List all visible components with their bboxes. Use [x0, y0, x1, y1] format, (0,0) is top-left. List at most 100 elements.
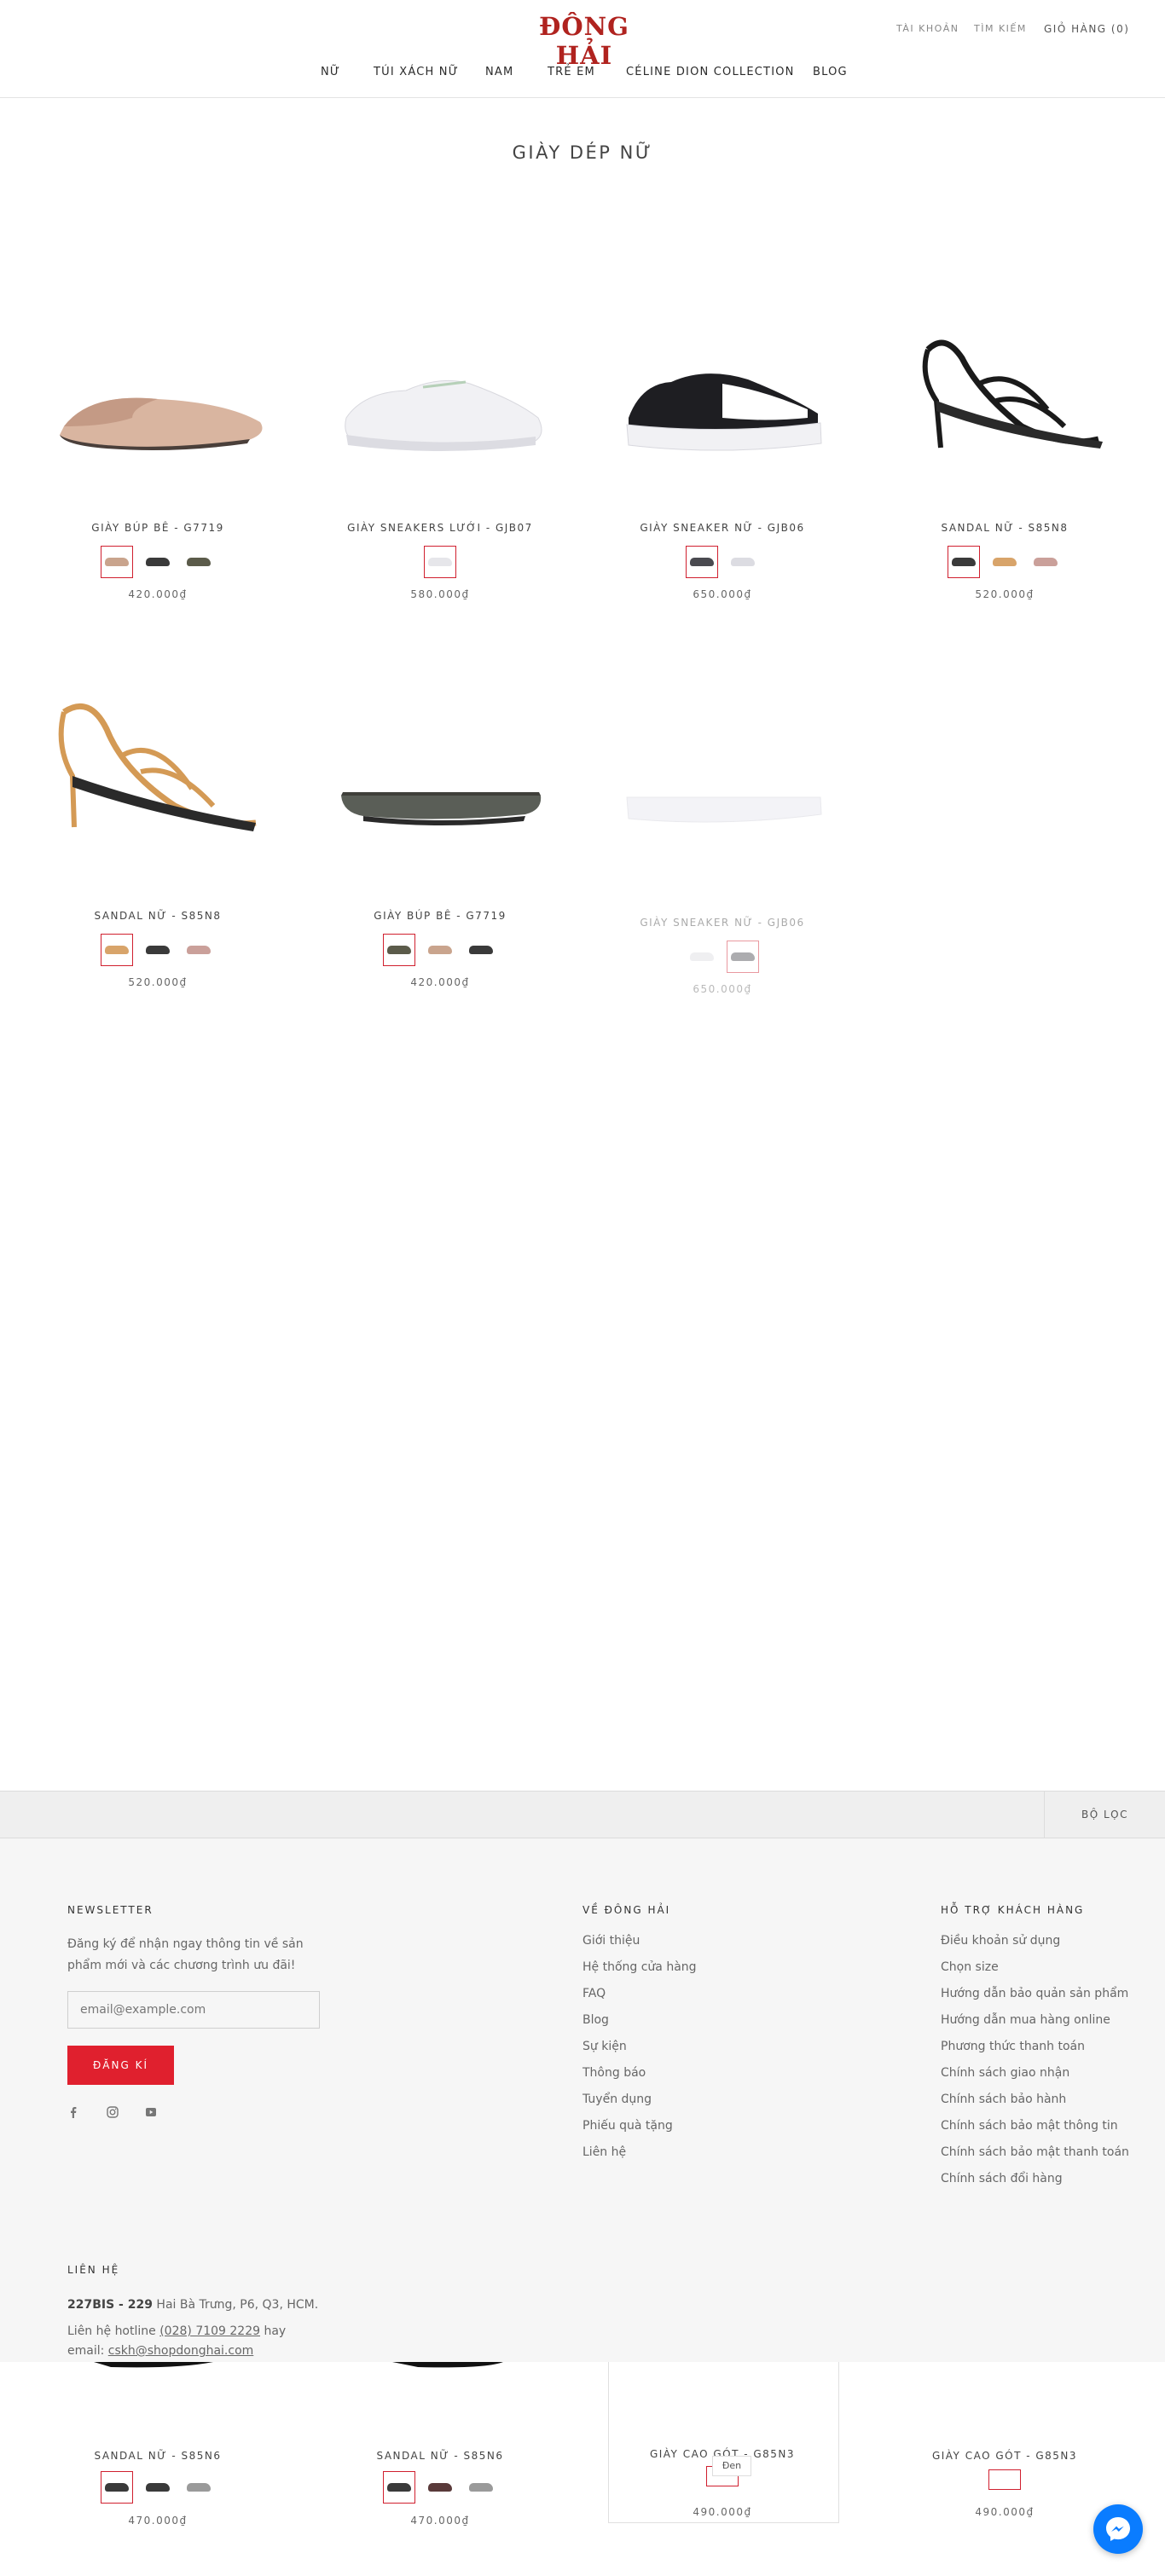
product-card[interactable]: SANDAL NỮ - S85N6 470.000₫	[312, 2439, 568, 2550]
email-field[interactable]	[67, 1991, 320, 2029]
footer-link-shipping-policy[interactable]: Chính sách giao nhận	[941, 2066, 1069, 2080]
color-swatch[interactable]	[101, 546, 133, 578]
nav-item-men[interactable]: NAM	[485, 66, 513, 78]
sandal-icon	[392, 2362, 503, 2368]
color-swatch[interactable]	[183, 934, 215, 966]
contact-email: email: cskh@shopdonghai.com	[67, 2344, 253, 2358]
color-swatch[interactable]	[142, 934, 174, 966]
product-name[interactable]: GIÀY SNEAKER NỮ - GJB06	[594, 917, 850, 929]
footer-link-careers[interactable]: Tuyển dụng	[582, 2093, 652, 2106]
color-tooltip: Đen	[712, 2456, 751, 2476]
color-swatch[interactable]	[1029, 546, 1062, 578]
sneaker-icon[interactable]	[594, 686, 850, 934]
color-swatch[interactable]	[424, 934, 456, 966]
color-swatches	[877, 546, 1133, 578]
color-swatch[interactable]	[465, 2471, 497, 2504]
color-swatch[interactable]	[988, 546, 1021, 578]
sneaker-icon[interactable]	[594, 298, 850, 546]
footer-link-about[interactable]: Giới thiệu	[582, 1934, 640, 1948]
nav-item-celine-dion-collection[interactable]: CÉLINE DION COLLECTION	[626, 66, 795, 78]
color-swatch[interactable]	[101, 934, 133, 966]
footer-link-events[interactable]: Sự kiện	[582, 2040, 627, 2053]
product-name[interactable]: SANDAL NỮ - S85N6	[30, 2450, 286, 2462]
color-swatch[interactable]	[424, 2471, 456, 2504]
color-swatch[interactable]	[424, 546, 456, 578]
product-price: 520.000₫	[128, 976, 188, 988]
product-name[interactable]: GIÀY BÚP BÊ - G7719	[312, 910, 568, 922]
footer-link-return-policy[interactable]: Chính sách đổi hàng	[941, 2172, 1063, 2185]
color-swatch[interactable]	[948, 546, 980, 578]
sneaker-icon[interactable]	[312, 298, 568, 546]
footer-link-faq[interactable]: FAQ	[582, 1987, 606, 2000]
product-card[interactable]: SANDAL NỮ - S85N6 470.000₫	[30, 2439, 286, 2550]
product-card[interactable]: GIÀY BÚP BÊ - G7719 420.000₫	[312, 644, 568, 1002]
product-name[interactable]: SANDAL NỮ - S85N8	[877, 522, 1133, 534]
footer-link-terms[interactable]: Điều khoản sử dụng	[941, 1934, 1060, 1948]
color-swatch[interactable]	[465, 934, 497, 966]
product-card[interactable]: GIÀY SNEAKER NỮ - GJB06 650.000₫	[594, 644, 850, 1010]
product-card[interactable]: GIÀY BÚP BÊ - G7719 420.000₫	[30, 256, 286, 614]
cart-link[interactable]: GIỎ HÀNG (0)	[1044, 23, 1129, 35]
color-swatch[interactable]	[686, 941, 718, 973]
nav-item-women-bags[interactable]: TÚI XÁCH NỮ	[374, 66, 459, 78]
product-name[interactable]: GIÀY SNEAKER NỮ - GJB06	[594, 522, 850, 534]
hotline-link[interactable]: (028) 7109 2229	[159, 2324, 260, 2338]
footer-link-payment-security[interactable]: Chính sách bảo mật thanh toán	[941, 2145, 1129, 2159]
footer-link-blog[interactable]: Blog	[582, 2013, 609, 2027]
product-card[interactable]: SANDAL NỮ - S85N8 520.000₫	[30, 644, 286, 1002]
messenger-chat-button[interactable]	[1093, 2504, 1143, 2554]
nav-item-women[interactable]: NỮ	[321, 66, 340, 78]
product-name[interactable]: SANDAL NỮ - S85N8	[30, 910, 286, 922]
sandal-icon	[94, 2362, 213, 2368]
footer-link-payment-methods[interactable]: Phương thức thanh toán	[941, 2040, 1085, 2053]
nav-item-blog[interactable]: BLOG	[813, 66, 848, 78]
color-swatch[interactable]	[727, 546, 759, 578]
product-name[interactable]: GIÀY BÚP BÊ - G7719	[30, 522, 286, 534]
color-swatch[interactable]	[383, 934, 415, 966]
product-name[interactable]: GIÀY CAO GÓT - G85N3	[877, 2450, 1133, 2462]
footer-link-warranty-policy[interactable]: Chính sách bảo hành	[941, 2093, 1066, 2106]
newsletter-text: Đăng ký để nhận ngay thông tin về sản ph…	[67, 1937, 304, 1972]
color-swatch[interactable]	[142, 2471, 174, 2504]
product-name[interactable]: SANDAL NỮ - S85N6	[312, 2450, 568, 2462]
footer-link-contact[interactable]: Liên hệ	[582, 2145, 626, 2159]
account-link[interactable]: TÀI KHOẢN	[896, 23, 959, 34]
brand-logo[interactable]: ĐÔNG HẢI	[520, 12, 648, 70]
footer-link-care-guide[interactable]: Hướng dẫn bảo quản sản phẩm	[941, 1987, 1128, 2000]
subscribe-button[interactable]: ĐĂNG KÍ	[67, 2046, 174, 2085]
sandal-icon[interactable]	[30, 686, 286, 934]
footer-link-privacy-policy[interactable]: Chính sách bảo mật thông tin	[941, 2119, 1118, 2133]
instagram-icon[interactable]	[105, 2106, 120, 2122]
color-swatches	[30, 2471, 286, 2504]
footer-link-size-guide[interactable]: Chọn size	[941, 1960, 999, 1974]
footer-link-gift-card[interactable]: Phiếu quà tặng	[582, 2119, 673, 2133]
color-swatch[interactable]	[183, 2471, 215, 2504]
color-swatch[interactable]	[383, 2471, 415, 2504]
color-swatch[interactable]	[142, 546, 174, 578]
flat-shoe-icon[interactable]	[30, 298, 286, 546]
footer-link-notices[interactable]: Thông báo	[582, 2066, 646, 2080]
flat-shoe-icon[interactable]	[312, 686, 568, 934]
search-link[interactable]: TÌM KIẾM	[974, 23, 1027, 34]
facebook-icon[interactable]	[66, 2106, 81, 2122]
color-swatch[interactable]	[988, 2469, 1021, 2490]
color-swatch[interactable]	[101, 2471, 133, 2504]
color-swatch[interactable]	[727, 941, 759, 973]
footer-link-stores[interactable]: Hệ thống cửa hàng	[582, 1960, 697, 1974]
sandal-icon[interactable]	[877, 298, 1133, 546]
product-price: 520.000₫	[975, 588, 1035, 600]
messenger-icon	[1106, 2517, 1130, 2541]
color-swatch[interactable]	[183, 546, 215, 578]
product-card[interactable]: GIÀY SNEAKER NỮ - GJB06 650.000₫	[594, 256, 850, 614]
newsletter-title: NEWSLETTER	[67, 1904, 154, 1916]
support-title: HỖ TRỢ KHÁCH HÀNG	[941, 1904, 1085, 1916]
email-link[interactable]: cskh@shopdonghai.com	[108, 2344, 254, 2358]
footer-link-buying-guide[interactable]: Hướng dẫn mua hàng online	[941, 2013, 1110, 2027]
nav-item-kids[interactable]: TRẺ EM	[548, 66, 595, 78]
filter-button[interactable]: BỘ LỌC	[1044, 1792, 1165, 1838]
product-card[interactable]: SANDAL NỮ - S85N8 520.000₫	[877, 256, 1133, 614]
color-swatch[interactable]	[686, 546, 718, 578]
product-name[interactable]: GIÀY SNEAKERS LƯỚI - GJB07	[312, 522, 568, 534]
youtube-icon[interactable]	[143, 2106, 159, 2122]
product-card[interactable]: GIÀY SNEAKERS LƯỚI - GJB07 580.000₫	[312, 256, 568, 614]
